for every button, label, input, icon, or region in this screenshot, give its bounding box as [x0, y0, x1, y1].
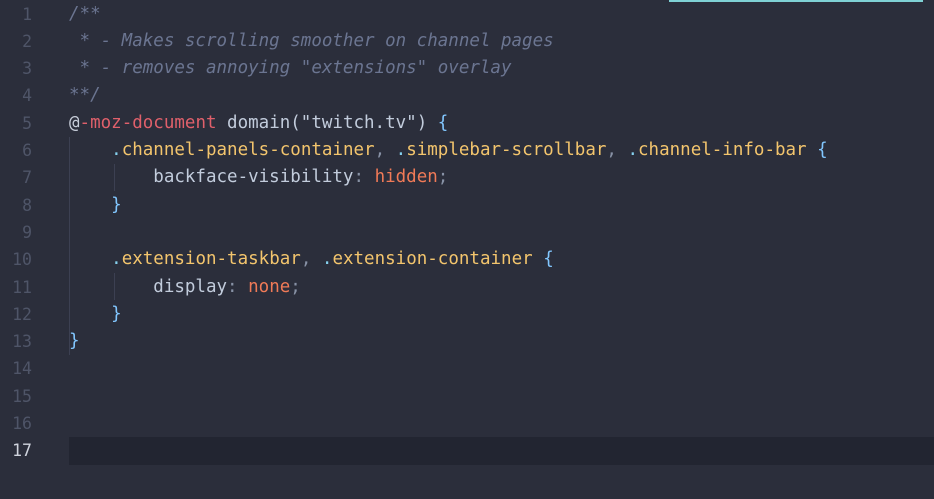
code-line[interactable]: 15: [0, 383, 934, 410]
code-line[interactable]: 2 * - Makes scrolling smoother on channe…: [0, 28, 934, 55]
code-token: display: [69, 276, 228, 297]
code-text: }: [69, 328, 80, 355]
code-line[interactable]: 8 }: [0, 192, 934, 219]
code-token: :: [227, 276, 249, 297]
code-token: {: [817, 140, 828, 160]
code-token: {: [437, 112, 449, 133]
code-token: ,: [606, 140, 628, 160]
code-token: -moz-document: [79, 112, 217, 133]
code-text: }: [69, 301, 122, 328]
line-number: 6: [22, 141, 32, 160]
code-text: * - removes annoying "extensions" overla…: [69, 55, 512, 82]
code-token: extension-container: [332, 249, 533, 270]
code-token: channel-info-bar: [638, 140, 807, 160]
code-token: ,: [374, 140, 396, 160]
code-token: .: [395, 140, 407, 160]
code-token: **/: [69, 85, 101, 106]
code-token: simplebar-scrollbar: [406, 140, 607, 160]
code-token: {: [543, 249, 554, 270]
line-number: 11: [12, 277, 32, 297]
code-text: /**: [69, 1, 101, 28]
code-text: backface-visibility: hidden;: [69, 164, 448, 191]
code-token: @: [69, 112, 80, 133]
code-line[interactable]: 6 .channel-panels-container, .simplebar-…: [0, 137, 934, 164]
code-token: :: [353, 167, 375, 188]
line-number: 13: [12, 332, 32, 352]
code-token: .: [321, 249, 333, 270]
line-number: 14: [12, 359, 32, 379]
code-line[interactable]: 3 * - removes annoying "extensions" over…: [0, 55, 934, 82]
code-line[interactable]: 13}: [0, 328, 934, 355]
code-token: none: [248, 276, 291, 297]
code-token: ,: [300, 249, 322, 270]
code-line[interactable]: 11 display: none;: [0, 274, 934, 301]
code-line[interactable]: 7 backface-visibility: hidden;: [0, 164, 934, 191]
code-text: display: none;: [69, 274, 301, 301]
line-number: 16: [12, 414, 32, 433]
line-number: 15: [12, 386, 32, 406]
code-token: ;: [290, 276, 301, 297]
code-token: /**: [69, 3, 101, 24]
code-token: }: [111, 303, 122, 324]
code-token: extension-taskbar: [121, 249, 301, 270]
code-text: }: [69, 192, 122, 219]
code-line[interactable]: 5 @-moz-document domain("twitch.tv") {: [0, 110, 934, 137]
line-number: 17: [12, 441, 32, 461]
code-token: .: [111, 249, 122, 270]
line-number: 9: [22, 222, 32, 242]
code-token: channel-panels-container: [121, 140, 375, 160]
line-number: 8: [22, 195, 32, 215]
code-line[interactable]: 14: [0, 355, 934, 382]
code-line[interactable]: 1 /**: [0, 1, 934, 28]
line-number: 1: [22, 4, 32, 24]
line-number: 4: [22, 86, 32, 106]
code-token: backface-visibility: [69, 167, 354, 188]
code-text: @-moz-document domain("twitch.tv") {: [69, 110, 448, 137]
code-token: }: [111, 194, 122, 215]
code-line[interactable]: 4 **/: [0, 82, 934, 109]
code-token: }: [69, 331, 80, 352]
code-line[interactable]: 10 .extension-taskbar, .extension-contai…: [0, 246, 934, 273]
code-token: .: [627, 140, 639, 160]
code-line[interactable]: 16: [0, 410, 934, 437]
line-number: 7: [22, 168, 32, 188]
code-text: **/: [69, 82, 101, 109]
line-number: 12: [12, 304, 32, 324]
code-token: ;: [437, 167, 449, 188]
line-number: 2: [22, 31, 32, 51]
code-token: * - Makes scrolling smoother on channel …: [69, 30, 554, 51]
code-text: .extension-taskbar, .extension-container…: [69, 246, 554, 273]
code-token: hidden: [374, 167, 438, 188]
code-editor[interactable]: 1 /** 2 * - Makes scrolling smoother on ch…: [0, 0, 934, 499]
code-token: .: [111, 140, 122, 160]
line-number: 3: [22, 59, 32, 79]
code-text: .channel-panels-container, .simplebar-sc…: [69, 137, 828, 164]
line-number: 5: [22, 113, 32, 133]
code-token: domain("twitch.tv"): [216, 112, 438, 133]
code-line[interactable]: 17: [0, 437, 934, 464]
code-line[interactable]: 12 }: [0, 301, 934, 328]
code-text: * - Makes scrolling smoother on channel …: [69, 28, 554, 55]
line-number: 10: [12, 250, 32, 270]
code-line[interactable]: 9: [0, 219, 934, 246]
code-token: * - removes annoying "extensions" overla…: [69, 58, 512, 79]
